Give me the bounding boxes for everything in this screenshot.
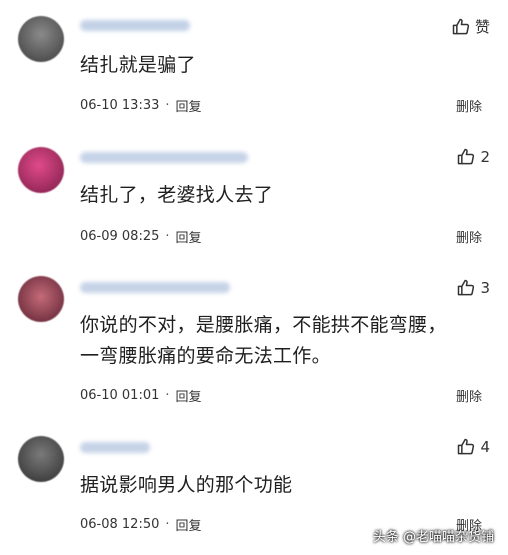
separator-dot: · — [165, 517, 170, 532]
comment-meta: 06-08 12:50 · 回复 — [80, 515, 202, 534]
separator-dot: · — [165, 229, 170, 244]
reply-button[interactable]: 回复 — [176, 515, 202, 534]
comment-text-line-2: 一弯腰胀痛的要命无法工作。 — [80, 345, 331, 367]
thumbs-up-icon — [452, 18, 470, 34]
timestamp: 06-08 12:50 — [80, 517, 160, 532]
username-blurred[interactable] — [80, 152, 248, 163]
avatar[interactable] — [18, 436, 64, 482]
comment-meta: 06-09 08:25 · 回复 — [80, 227, 202, 246]
comment-text: 结扎了，老婆找人去了 — [80, 184, 274, 206]
avatar[interactable] — [18, 147, 64, 193]
thumbs-up-icon — [458, 279, 475, 296]
reply-button[interactable]: 回复 — [176, 227, 202, 246]
separator-dot: · — [165, 388, 170, 403]
comment-text: 结扎就是骗了 — [80, 54, 196, 76]
separator-dot: · — [165, 98, 170, 113]
comment-text: 据说影响男人的那个功能 — [80, 474, 293, 496]
like-button[interactable]: 4 — [456, 437, 490, 457]
like-count: 4 — [480, 438, 490, 456]
comment-text-line-1: 你说的不对，是腰胀痛，不能拱不能弯腰， — [80, 314, 447, 336]
comment-meta: 06-10 13:33 · 回复 — [80, 96, 202, 115]
like-button[interactable]: 2 — [456, 147, 490, 167]
like-count: 3 — [480, 279, 490, 297]
delete-button[interactable]: 删除 — [456, 227, 482, 246]
reply-button[interactable]: 回复 — [176, 96, 202, 115]
delete-button[interactable]: 删除 — [456, 96, 482, 115]
timestamp: 06-10 13:33 — [80, 98, 160, 113]
like-label: 赞 — [474, 18, 490, 36]
like-button[interactable]: 赞 — [451, 16, 490, 37]
watermark: 头条 @老喵喵杂货铺 — [372, 530, 494, 545]
thumbs-up-icon — [458, 148, 475, 165]
thumbs-up-icon — [458, 438, 475, 455]
avatar[interactable] — [18, 16, 64, 62]
comment-meta: 06-10 01:01 · 回复 — [80, 386, 202, 405]
timestamp: 06-09 08:25 — [80, 229, 160, 244]
like-count: 2 — [480, 148, 490, 166]
username-blurred[interactable] — [80, 20, 190, 31]
reply-button[interactable]: 回复 — [176, 386, 202, 405]
username-blurred[interactable] — [80, 442, 150, 453]
timestamp: 06-10 01:01 — [80, 388, 160, 403]
username-blurred[interactable] — [80, 282, 230, 293]
delete-button[interactable]: 删除 — [456, 386, 482, 405]
like-button[interactable]: 3 — [456, 278, 490, 298]
avatar[interactable] — [18, 276, 64, 322]
